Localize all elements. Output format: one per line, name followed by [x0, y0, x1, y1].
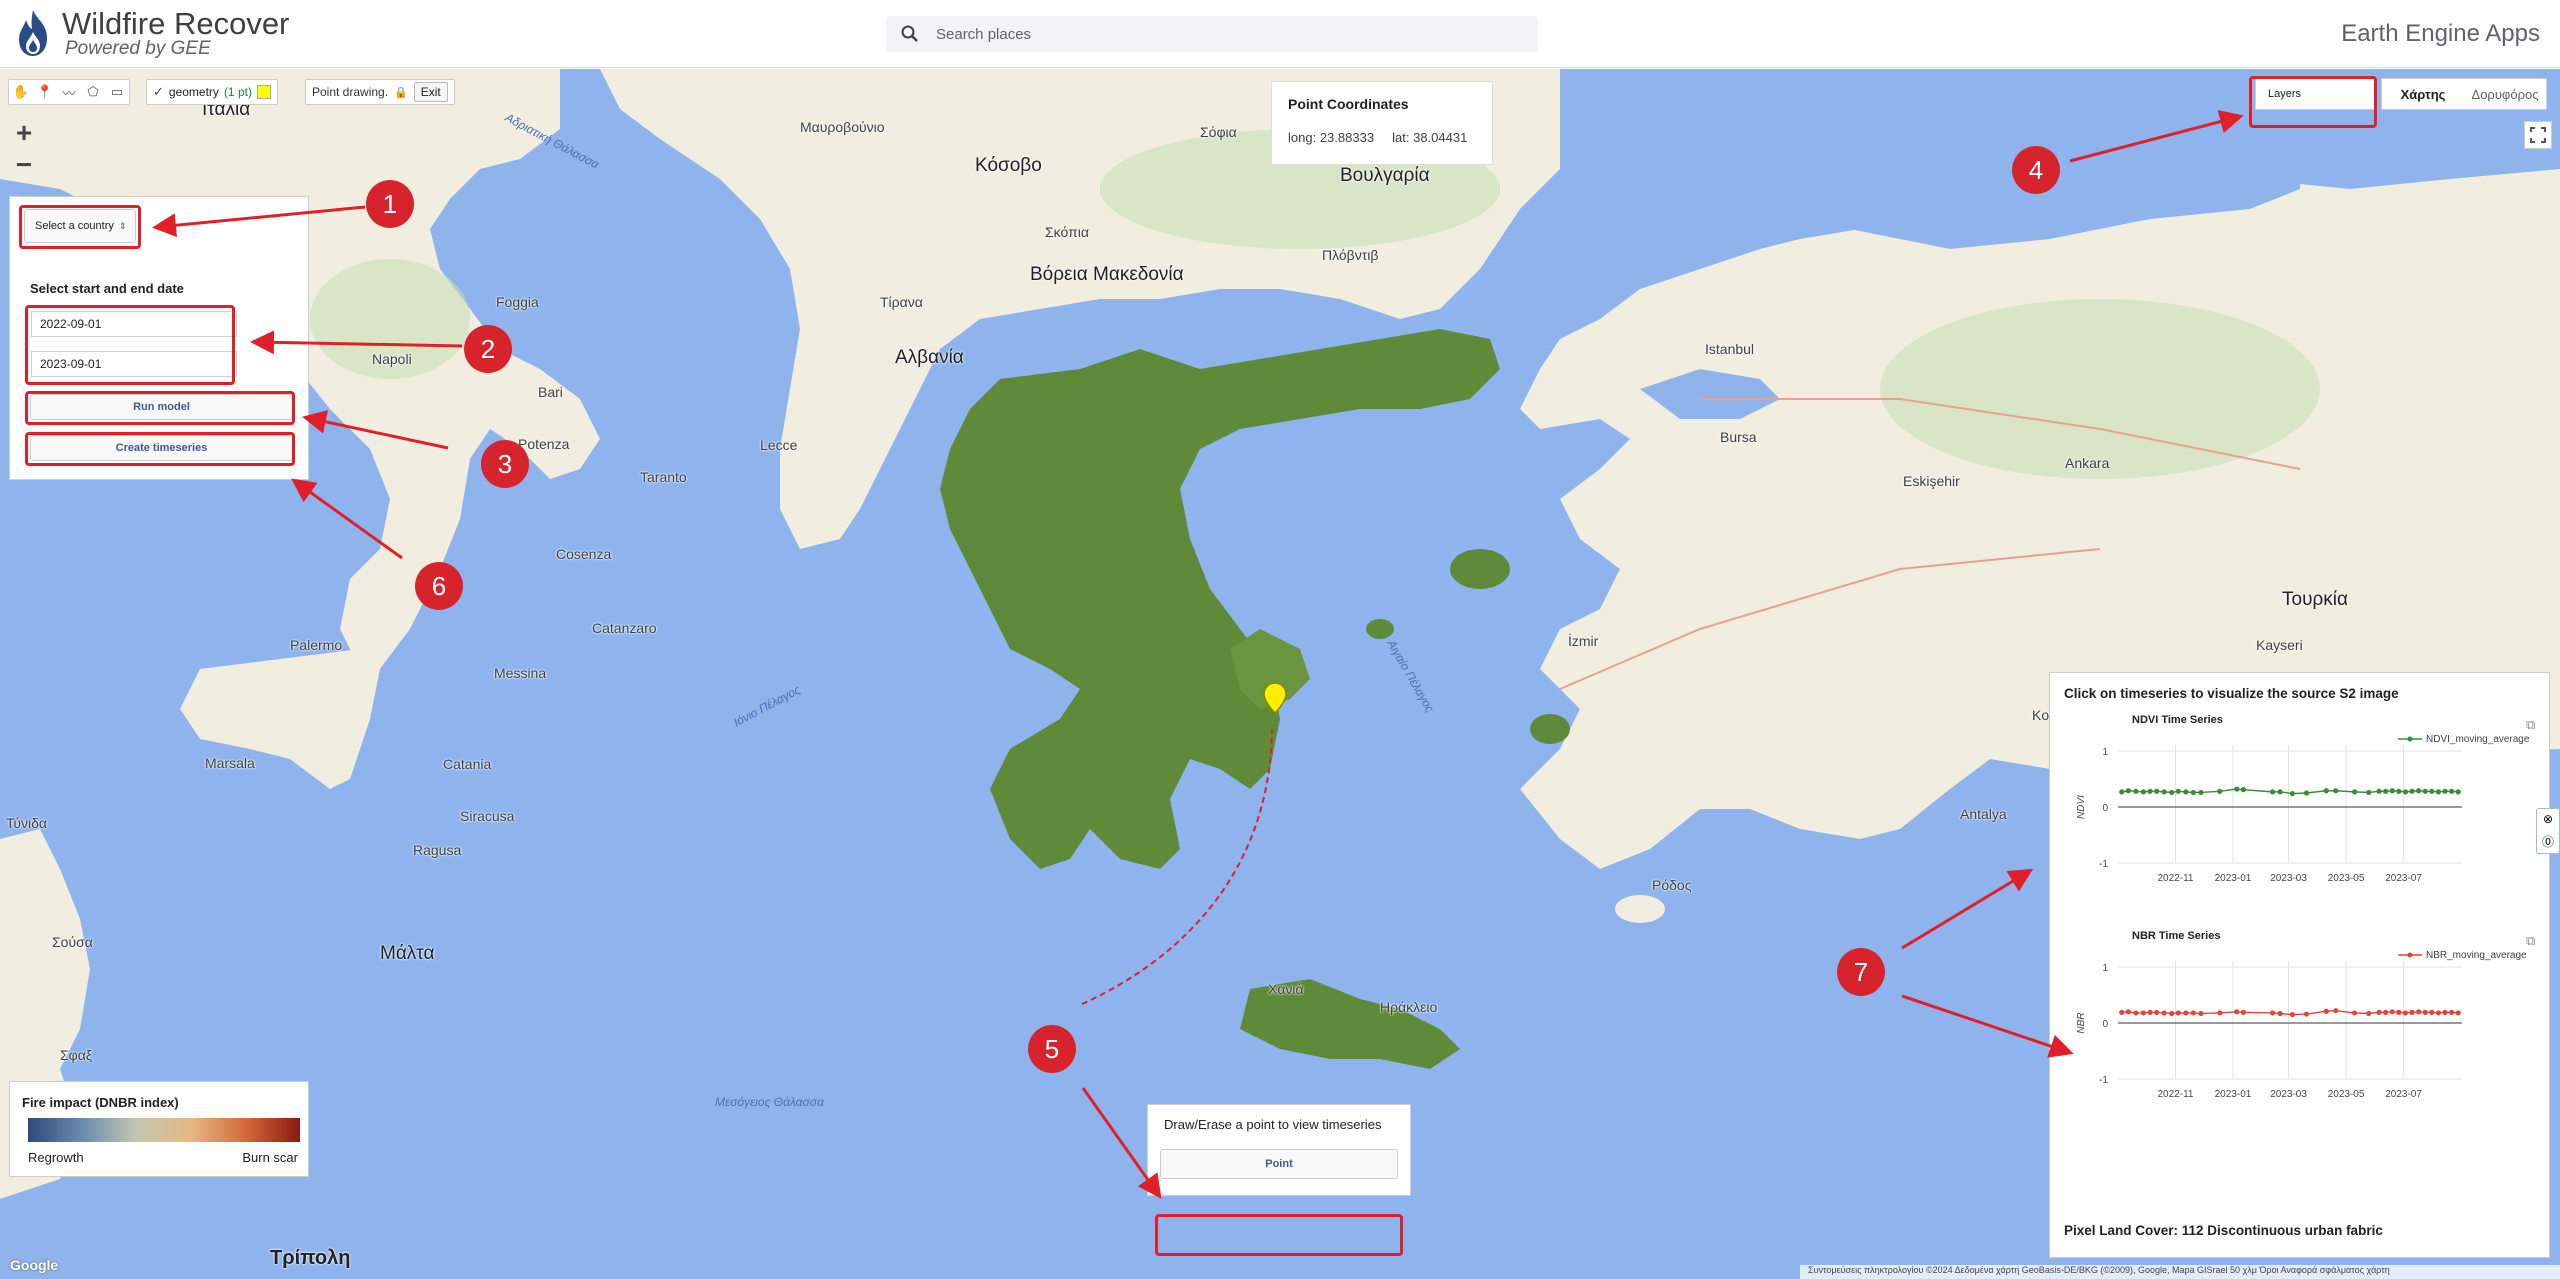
annotation-marker: 2 — [464, 325, 512, 373]
annotation-marker: 3 — [481, 440, 529, 488]
annotation-marker: 4 — [2012, 146, 2060, 194]
annotation-marker: 1 — [366, 180, 414, 228]
annotation-marker: 5 — [1028, 1025, 1076, 1073]
annotation-marker: 6 — [415, 562, 463, 610]
annotation-marker: 7 — [1837, 948, 1885, 996]
